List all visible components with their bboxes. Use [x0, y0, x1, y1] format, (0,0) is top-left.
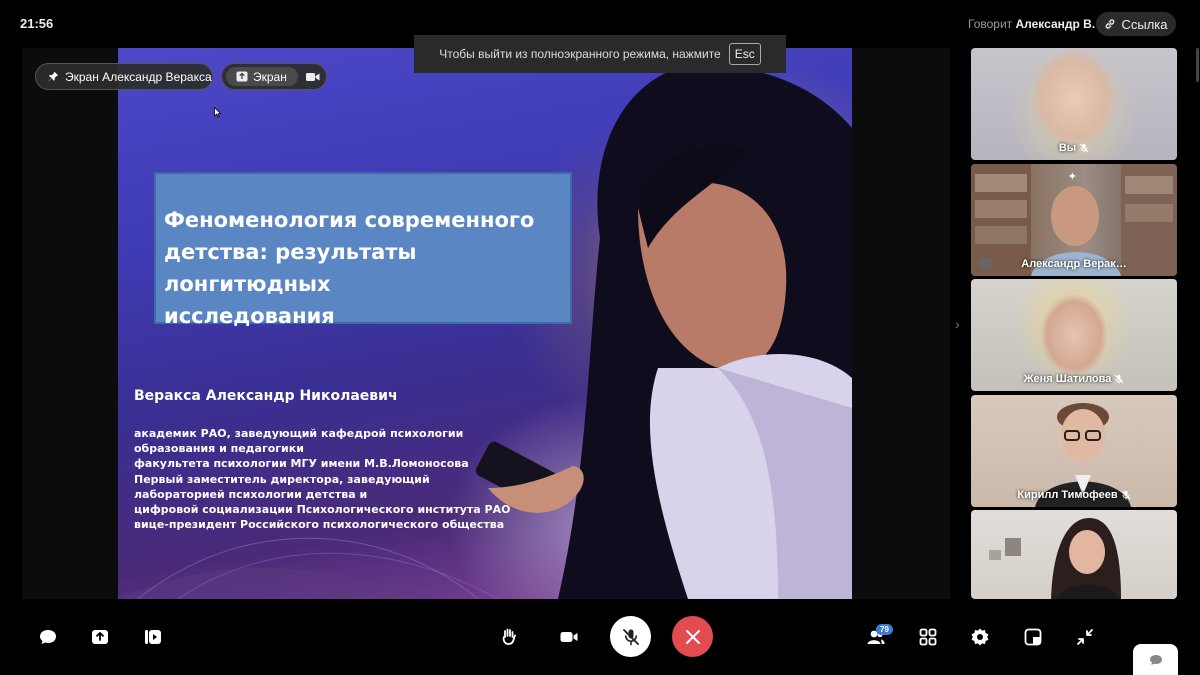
bio-line: вице-президент Российского психологическ…	[134, 518, 505, 532]
fullscreen-notice-text: Чтобы выйти из полноэкранного режима, на…	[439, 47, 721, 61]
participant-name-text: Кирилл Тимофеев	[1017, 489, 1118, 501]
floating-chat-button[interactable]	[1133, 644, 1178, 675]
settings-button[interactable]	[966, 623, 994, 651]
chat-icon	[40, 630, 56, 644]
layout-button[interactable]	[1019, 623, 1047, 651]
bio-line: лабораторией психологии детства и	[134, 487, 368, 501]
participant-name-text: Александр Верак…	[1021, 258, 1127, 270]
slide-title-line: детства: результаты лонгитюдных	[164, 240, 417, 296]
camera-button[interactable]	[555, 623, 583, 651]
screen-share-mini-icon	[236, 71, 248, 82]
speaker-name: Александр В.	[1015, 17, 1096, 31]
status-clock: 21:56	[20, 16, 54, 31]
participant-name-text: Женя Шатилова	[1023, 373, 1112, 385]
mouse-cursor	[214, 107, 222, 118]
copy-link-button[interactable]: Ссылка	[1096, 12, 1176, 36]
end-call-icon	[685, 629, 700, 644]
esc-key: Esc	[728, 43, 761, 65]
raise-hand-icon	[502, 628, 516, 645]
participant-tile[interactable]: Кирилл Тимофеев	[971, 395, 1177, 507]
participant-tile[interactable]: Женя Шатилова	[971, 279, 1177, 391]
participant-name-text: Вы	[1058, 142, 1077, 154]
bio-line: академик РАО, заведующий кафедрой психол…	[134, 427, 464, 440]
pinned-screen-label[interactable]: Экран Александр Веракса	[35, 63, 213, 90]
mic-off-icon	[1121, 490, 1131, 500]
fullscreen-notice: Чтобы выйти из полноэкранного режима, на…	[414, 35, 786, 73]
mic-off-icon	[1079, 143, 1089, 153]
sidebar-collapse-icon[interactable]: ›	[955, 316, 960, 332]
participant-name: Вы	[971, 142, 1177, 154]
bio-line: Первый заместитель директора, заведующий	[134, 472, 430, 486]
active-speaker: Говорит Александр В.	[968, 17, 1095, 31]
exit-fullscreen-icon	[1077, 629, 1093, 645]
pin-icon	[48, 71, 59, 81]
mic-off-icon	[622, 628, 639, 645]
shared-slide: Феноменология современного детства: резу…	[118, 48, 852, 599]
participant-video	[989, 518, 1121, 599]
slide-title-box: Феноменология современного детства: резу…	[154, 172, 572, 328]
microphone-button[interactable]	[610, 616, 651, 657]
end-call-button[interactable]	[672, 616, 713, 657]
share-screen-icon	[92, 630, 108, 644]
chat-icon	[1149, 654, 1162, 665]
view-switcher[interactable]: Экран	[221, 63, 327, 90]
exit-fullscreen-button[interactable]	[1071, 623, 1099, 651]
participant-tile[interactable]: ✦ Александр Верак…	[971, 164, 1177, 276]
share-screen-button[interactable]	[86, 623, 114, 651]
record-icon	[145, 630, 161, 644]
screen-chip-label: Экран	[253, 69, 287, 84]
chat-button[interactable]	[34, 623, 62, 651]
participant-name: Александр Верак…	[971, 258, 1177, 270]
participant-tile[interactable]	[971, 510, 1177, 599]
slide-title: Феноменология современного детства: резу…	[164, 204, 562, 332]
sidebar-scrollbar[interactable]	[1196, 48, 1199, 82]
pinned-screen-text: Экран Александр Веракса	[65, 69, 212, 84]
raise-hand-button[interactable]	[495, 623, 523, 651]
grid-icon	[919, 628, 937, 646]
speaker-prefix: Говорит	[968, 17, 1013, 31]
bio-line: образования и педагогики	[134, 442, 304, 456]
record-button[interactable]	[139, 623, 167, 651]
camera-view-icon[interactable]	[306, 72, 320, 82]
slide-title-line: исследования	[164, 304, 335, 328]
participant-name: Женя Шатилова	[971, 373, 1177, 385]
camera-icon	[560, 632, 578, 642]
copy-link-label: Ссылка	[1121, 16, 1168, 32]
link-icon	[1106, 19, 1115, 29]
bio-line: цифровой социализации Психологического и…	[134, 503, 511, 517]
slide-title-line: Феноменология современного	[164, 208, 535, 232]
slide-bio: академик РАО, заведующий кафедрой психол…	[134, 426, 534, 532]
mic-off-icon	[1114, 374, 1124, 384]
participant-tile[interactable]: Вы	[971, 48, 1177, 160]
layout-icon	[1024, 628, 1042, 646]
settings-icon	[971, 628, 989, 646]
pin-icon: ✦	[1067, 171, 1077, 183]
grid-view-button[interactable]	[914, 623, 942, 651]
slide-author: Веракса Александр Николаевич	[134, 388, 398, 404]
bio-line: факультета психологии МГУ имени М.В.Ломо…	[134, 457, 469, 471]
participant-name: Кирилл Тимофеев	[971, 489, 1177, 501]
screen-view-chip[interactable]: Экран	[226, 67, 298, 86]
participants-count-badge: 79	[876, 624, 893, 635]
